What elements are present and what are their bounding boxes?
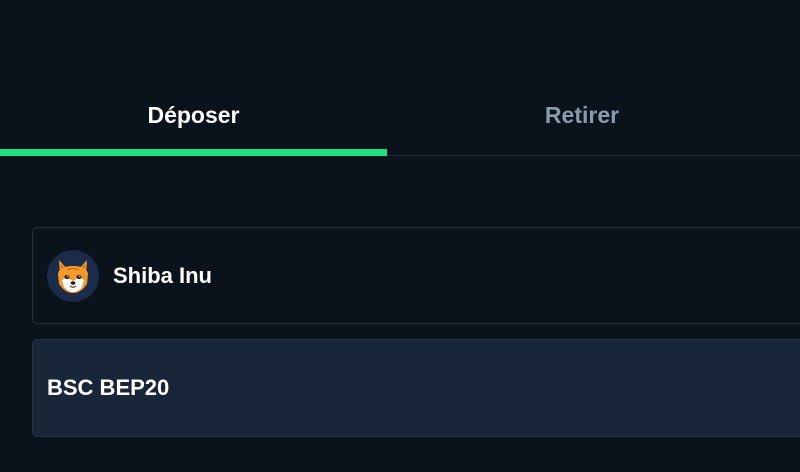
coin-select[interactable]: Shiba Inu [32, 227, 800, 324]
deposit-withdraw-tabs: Déposer Retirer [0, 80, 800, 156]
tab-withdraw-label: Retirer [544, 102, 620, 128]
tab-deposit-label: Déposer [147, 102, 240, 128]
coin-name: Shiba Inu [113, 262, 212, 288]
deposit-page: Déposer Retirer Shiba Inu BSC BEP20 [0, 0, 800, 472]
tab-withdraw[interactable]: Retirer [387, 80, 777, 155]
active-tab-indicator [0, 149, 387, 156]
tab-deposit[interactable]: Déposer [0, 80, 387, 156]
network-select[interactable]: BSC BEP20 [32, 339, 800, 437]
shiba-inu-icon-graphic [58, 259, 88, 293]
network-name: BSC BEP20 [47, 375, 170, 400]
shiba-inu-icon [47, 249, 99, 302]
